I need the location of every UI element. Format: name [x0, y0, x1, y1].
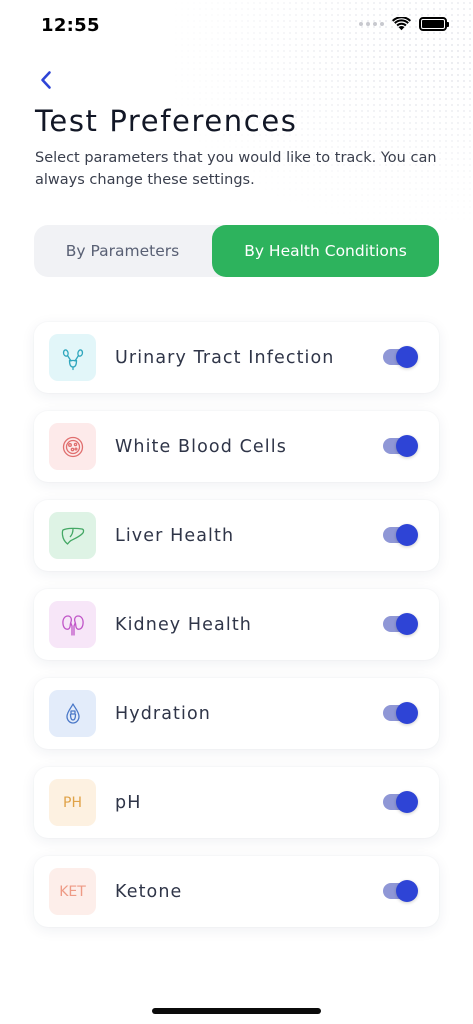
toggle-knob — [396, 524, 418, 546]
list-item-ketone[interactable]: KET Ketone — [34, 856, 439, 927]
kidney-icon — [49, 601, 96, 648]
status-indicators — [359, 17, 449, 31]
condition-label: pH — [115, 792, 142, 813]
home-indicator[interactable] — [152, 1008, 321, 1014]
liver-health-toggle[interactable] — [383, 524, 418, 546]
condition-label: Hydration — [115, 703, 211, 724]
hydration-toggle[interactable] — [383, 702, 418, 724]
water-drop-icon — [49, 690, 96, 737]
blood-cell-icon — [49, 423, 96, 470]
toggle-knob — [396, 346, 418, 368]
tab-by-health-conditions[interactable]: By Health Conditions — [212, 225, 439, 277]
status-time: 12:55 — [41, 15, 100, 36]
wifi-icon — [392, 17, 411, 31]
list-item-kidney-health[interactable]: Kidney Health — [34, 589, 439, 660]
page-subtitle: Select parameters that you would like to… — [35, 150, 437, 188]
ph-toggle[interactable] — [383, 791, 418, 813]
list-item-ph[interactable]: PH pH — [34, 767, 439, 838]
back-button[interactable] — [32, 66, 60, 94]
kidney-health-toggle[interactable] — [383, 613, 418, 635]
condition-label: Kidney Health — [115, 614, 252, 635]
battery-icon — [419, 17, 449, 31]
ketone-icon: KET — [49, 868, 96, 915]
status-bar: 12:55 — [0, 0, 473, 54]
urinary-tract-icon — [49, 334, 96, 381]
condition-label: Urinary Tract Infection — [115, 347, 335, 368]
cellular-signal-icon — [359, 22, 384, 26]
list-item-white-blood-cells[interactable]: White Blood Cells — [34, 411, 439, 482]
condition-label: White Blood Cells — [115, 436, 287, 457]
health-conditions-list: Urinary Tract Infection White Blood Cell… — [34, 322, 439, 945]
liver-icon — [49, 512, 96, 559]
chevron-left-icon — [41, 71, 51, 89]
ph-icon: PH — [49, 779, 96, 826]
tab-by-parameters[interactable]: By Parameters — [34, 225, 211, 277]
toggle-knob — [396, 791, 418, 813]
toggle-knob — [396, 880, 418, 902]
toggle-knob — [396, 613, 418, 635]
toggle-knob — [396, 702, 418, 724]
toggle-knob — [396, 435, 418, 457]
filter-segmented-control: By Parameters By Health Conditions — [34, 225, 439, 277]
urinary-tract-infection-toggle[interactable] — [383, 346, 418, 368]
condition-label: Ketone — [115, 881, 183, 902]
list-item-hydration[interactable]: Hydration — [34, 678, 439, 749]
ketone-toggle[interactable] — [383, 880, 418, 902]
list-item-liver-health[interactable]: Liver Health — [34, 500, 439, 571]
white-blood-cells-toggle[interactable] — [383, 435, 418, 457]
page-title: Test Preferences — [35, 104, 298, 138]
list-item-urinary-tract-infection[interactable]: Urinary Tract Infection — [34, 322, 439, 393]
condition-label: Liver Health — [115, 525, 235, 546]
